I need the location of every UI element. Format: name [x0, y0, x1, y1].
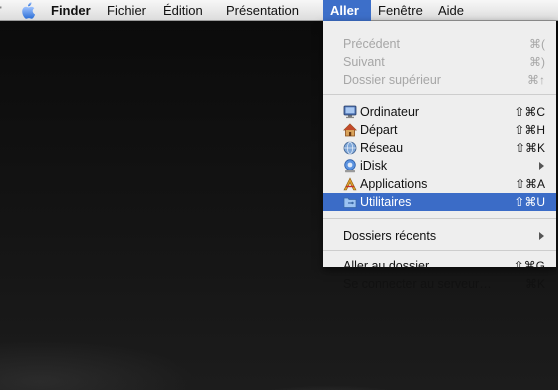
menu-item-connect-to-server[interactable]: Se connecter au serveur… ⌘K	[323, 275, 556, 293]
menu-fenetre[interactable]: Fenêtre	[371, 0, 430, 21]
menu-edition[interactable]: Édition	[156, 0, 210, 21]
menu-item-recent-folders[interactable]: Dossiers récents	[323, 227, 556, 245]
shortcut-label: ⇧⌘C	[514, 105, 545, 119]
menu-item-label: Réseau	[360, 141, 404, 155]
menu-item-label: Ordinateur	[360, 105, 420, 119]
menu-item-home[interactable]: Départ ⇧⌘H	[323, 121, 556, 139]
submenu-arrow-icon	[539, 232, 544, 240]
menu-finder[interactable]: Finder	[44, 0, 98, 21]
idisk-icon	[343, 159, 357, 173]
go-menu-dropdown: Précédent ⌘( Suivant ⌘) Dossier supérieu…	[323, 21, 556, 291]
shortcut-label: ⇧⌘G	[513, 259, 545, 273]
shortcut-label: ⌘(	[529, 37, 545, 51]
menu-presentation[interactable]: Présentation	[219, 0, 306, 21]
menu-fichier[interactable]: Fichier	[100, 0, 153, 21]
shortcut-label: ⇧⌘A	[514, 177, 545, 191]
menu-separator	[323, 250, 556, 251]
menu-item-applications[interactable]: Applications ⇧⌘A	[323, 175, 556, 193]
shortcut-label: ⇧⌘K	[514, 141, 545, 155]
shortcut-label: ⌘K	[524, 277, 545, 291]
menu-item-go-to-folder[interactable]: Aller au dossier… ⇧⌘G	[323, 257, 556, 275]
shortcut-label: ⌘↑	[527, 73, 545, 87]
shortcut-label: ⇧⌘U	[514, 195, 545, 209]
menu-item-label: Suivant	[343, 55, 385, 69]
menu-item-network[interactable]: Réseau ⇧⌘K	[323, 139, 556, 157]
shortcut-label: ⌘)	[529, 55, 545, 69]
corner-mark: '	[0, 5, 2, 15]
menu-item-label: Utilitaires	[360, 195, 412, 209]
menu-aller[interactable]: Aller	[323, 0, 371, 21]
network-icon	[343, 141, 357, 155]
computer-icon	[343, 105, 357, 119]
menu-bar: ' Finder Fichier Édition Présentation Al…	[0, 0, 558, 21]
menu-separator	[323, 94, 556, 95]
menu-item-label: Aller au dossier…	[343, 259, 442, 273]
menu-item-label: iDisk	[360, 159, 388, 173]
menu-aide[interactable]: Aide	[431, 0, 471, 21]
menu-item-idisk[interactable]: iDisk	[323, 157, 556, 175]
menu-item-computer[interactable]: Ordinateur ⇧⌘C	[323, 103, 556, 121]
menu-item-back: Précédent ⌘(	[323, 35, 556, 53]
menu-item-label: Départ	[360, 123, 398, 137]
applications-icon	[343, 177, 357, 191]
menu-item-label: Se connecter au serveur…	[343, 277, 492, 291]
menu-item-label: Applications	[360, 177, 428, 191]
menu-item-label: Dossiers récents	[343, 229, 437, 243]
submenu-arrow-icon	[539, 162, 544, 170]
shortcut-label: ⇧⌘H	[514, 123, 545, 137]
menu-item-utilities[interactable]: Utilitaires ⇧⌘U	[323, 193, 556, 211]
menu-item-enclosing-folder: Dossier supérieur ⌘↑	[323, 71, 556, 89]
home-icon	[343, 123, 357, 137]
menu-item-label: Précédent	[343, 37, 400, 51]
menu-item-forward: Suivant ⌘)	[323, 53, 556, 71]
utilities-folder-icon	[343, 195, 357, 209]
menu-item-label: Dossier supérieur	[343, 73, 441, 87]
menu-separator	[323, 218, 556, 219]
apple-menu-icon[interactable]	[17, 1, 39, 20]
